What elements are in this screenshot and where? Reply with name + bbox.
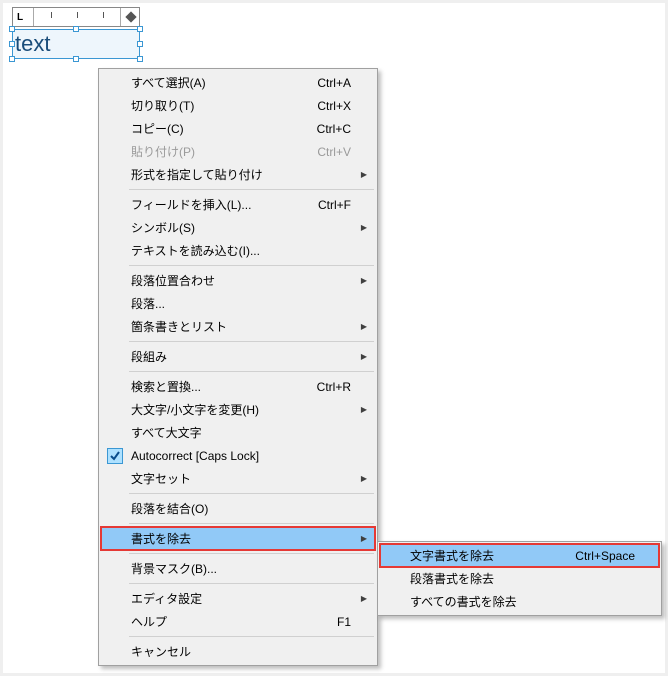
menu-item-shortcut: Ctrl+V: [317, 145, 351, 159]
menu-item-label: 文字セット: [131, 470, 351, 487]
menu-item: 貼り付け(P) Ctrl+V: [101, 140, 375, 163]
menu-item-label: 書式を除去: [131, 530, 351, 547]
text-content[interactable]: text: [15, 31, 50, 57]
menu-item[interactable]: 段落...: [101, 292, 375, 315]
chevron-right-icon: ▶: [361, 474, 367, 483]
resize-handle[interactable]: [73, 26, 79, 32]
context-menu: すべて選択(A) Ctrl+A 切り取り(T) Ctrl+X コピー(C) Ctrl+C 貼…: [98, 68, 378, 666]
menu-item[interactable]: 書式を除去 ▶: [101, 527, 375, 550]
menu-separator: [129, 189, 374, 190]
menu-item[interactable]: 文字書式を除去 Ctrl+Space: [380, 544, 659, 567]
menu-item-label: 背景マスク(B)...: [131, 560, 351, 577]
resize-handle[interactable]: [9, 41, 15, 47]
menu-item[interactable]: すべて選択(A) Ctrl+A: [101, 71, 375, 94]
ruler-ticks: [33, 8, 121, 26]
indent-marker-icon[interactable]: [125, 11, 136, 22]
text-frame[interactable]: L text: [12, 7, 140, 59]
menu-item-label: 段落書式を除去: [410, 570, 635, 587]
menu-item-label: テキストを読み込む(I)...: [131, 242, 351, 259]
menu-item[interactable]: 段落書式を除去: [380, 567, 659, 590]
menu-item-label: 段組み: [131, 348, 351, 365]
menu-item-label: 大文字/小文字を変更(H): [131, 401, 351, 418]
menu-item-label: 段落位置合わせ: [131, 272, 351, 289]
menu-item-label: 箇条書きとリスト: [131, 318, 351, 335]
menu-item-label: フィールドを挿入(L)...: [131, 196, 306, 213]
menu-separator: [129, 636, 374, 637]
menu-separator: [129, 523, 374, 524]
menu-item-label: シンボル(S): [131, 219, 351, 236]
menu-item[interactable]: 形式を指定して貼り付け ▶: [101, 163, 375, 186]
resize-handle[interactable]: [137, 26, 143, 32]
resize-handle[interactable]: [137, 56, 143, 62]
menu-item-label: キャンセル: [131, 643, 351, 660]
chevron-right-icon: ▶: [361, 322, 367, 331]
menu-item[interactable]: キャンセル: [101, 640, 375, 663]
menu-item-label: すべての書式を除去: [410, 593, 635, 610]
menu-item-label: 形式を指定して貼り付け: [131, 166, 351, 183]
menu-item-label: Autocorrect [Caps Lock]: [131, 449, 351, 463]
menu-separator: [129, 553, 374, 554]
menu-item[interactable]: 箇条書きとリスト ▶: [101, 315, 375, 338]
menu-item-label: コピー(C): [131, 120, 305, 137]
menu-separator: [129, 371, 374, 372]
menu-item[interactable]: すべての書式を除去: [380, 590, 659, 613]
menu-item-label: 段落...: [131, 295, 351, 312]
menu-separator: [129, 265, 374, 266]
chevron-right-icon: ▶: [361, 352, 367, 361]
resize-handle[interactable]: [9, 26, 15, 32]
menu-item[interactable]: 文字セット ▶: [101, 467, 375, 490]
chevron-right-icon: ▶: [361, 534, 367, 543]
menu-item-label: すべて選択(A): [131, 74, 305, 91]
chevron-right-icon: ▶: [361, 223, 367, 232]
menu-item[interactable]: Autocorrect [Caps Lock]: [101, 444, 375, 467]
menu-item-label: 検索と置換...: [131, 378, 305, 395]
menu-item[interactable]: 検索と置換... Ctrl+R: [101, 375, 375, 398]
menu-item-label: エディタ設定: [131, 590, 351, 607]
menu-item-shortcut: Ctrl+C: [317, 122, 351, 136]
menu-item-label: 文字書式を除去: [410, 547, 563, 564]
menu-item[interactable]: ヘルプ F1: [101, 610, 375, 633]
submenu-clear-formatting: 文字書式を除去 Ctrl+Space 段落書式を除去すべての書式を除去: [377, 541, 662, 616]
menu-item[interactable]: 背景マスク(B)...: [101, 557, 375, 580]
menu-item-shortcut: Ctrl+A: [317, 76, 351, 90]
menu-item[interactable]: 段組み ▶: [101, 345, 375, 368]
ruler[interactable]: L: [12, 7, 140, 27]
menu-item[interactable]: エディタ設定 ▶: [101, 587, 375, 610]
menu-item-label: すべて大文字: [131, 424, 351, 441]
resize-handle[interactable]: [137, 41, 143, 47]
menu-item-label: 切り取り(T): [131, 97, 305, 114]
menu-item[interactable]: 切り取り(T) Ctrl+X: [101, 94, 375, 117]
menu-item[interactable]: テキストを読み込む(I)...: [101, 239, 375, 262]
text-edit-box[interactable]: text: [12, 29, 140, 59]
menu-item[interactable]: シンボル(S) ▶: [101, 216, 375, 239]
menu-item-label: 段落を結合(O): [131, 500, 351, 517]
chevron-right-icon: ▶: [361, 594, 367, 603]
menu-item-shortcut: F1: [337, 615, 351, 629]
menu-separator: [129, 493, 374, 494]
menu-item[interactable]: フィールドを挿入(L)... Ctrl+F: [101, 193, 375, 216]
menu-item-shortcut: Ctrl+X: [317, 99, 351, 113]
menu-item[interactable]: すべて大文字: [101, 421, 375, 444]
menu-item-label: 貼り付け(P): [131, 143, 305, 160]
menu-separator: [129, 583, 374, 584]
chevron-right-icon: ▶: [361, 170, 367, 179]
chevron-right-icon: ▶: [361, 405, 367, 414]
tab-stop-icon: L: [17, 12, 31, 23]
menu-item-shortcut: Ctrl+Space: [575, 549, 635, 563]
menu-item[interactable]: 段落を結合(O): [101, 497, 375, 520]
resize-handle[interactable]: [73, 56, 79, 62]
menu-item-shortcut: Ctrl+R: [317, 380, 351, 394]
menu-item-label: ヘルプ: [131, 613, 325, 630]
menu-item[interactable]: 大文字/小文字を変更(H) ▶: [101, 398, 375, 421]
chevron-right-icon: ▶: [361, 276, 367, 285]
menu-separator: [129, 341, 374, 342]
checkmark-icon: [107, 448, 123, 464]
menu-item[interactable]: 段落位置合わせ ▶: [101, 269, 375, 292]
menu-item-shortcut: Ctrl+F: [318, 198, 351, 212]
resize-handle[interactable]: [9, 56, 15, 62]
menu-item[interactable]: コピー(C) Ctrl+C: [101, 117, 375, 140]
